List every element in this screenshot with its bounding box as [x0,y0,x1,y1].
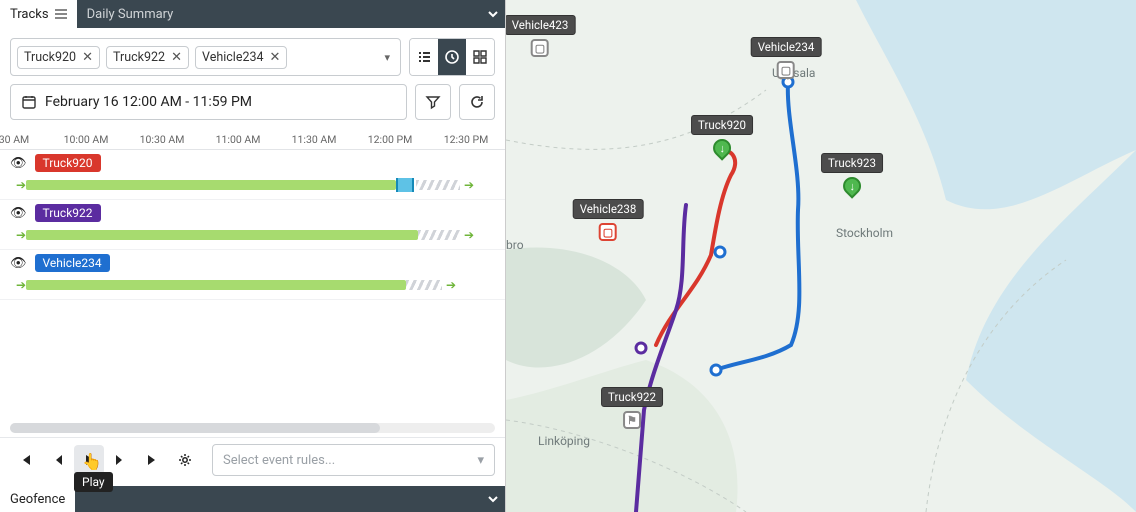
track-end-icon: ➔ [446,278,458,292]
tab-daily-summary-label: Daily Summary [87,7,174,22]
track-segment[interactable] [26,280,406,290]
hamburger-icon[interactable] [55,9,67,19]
track-segment[interactable] [26,180,396,190]
step-forward-icon [114,453,128,467]
chevron-down-icon: ▾ [477,453,484,468]
step-back-button[interactable] [42,445,72,475]
track-end-icon: ➔ [464,178,476,192]
refresh-icon [469,94,485,110]
map-city-label: Linköping [538,434,590,448]
tracks-panel: Tracks Daily Summary Truck920 ✕ Truck922 [0,0,506,512]
filter-icon [425,94,441,110]
track-row-truck922: 👁 Truck922 ➔ ➔ [0,200,505,250]
track-segment-idle[interactable] [416,180,460,190]
map-marker-vehicle238[interactable]: Vehicle238 ▢ [573,199,644,241]
moving-icon: ↓ [709,135,734,160]
grid-icon [472,49,488,65]
skip-back-icon [18,453,32,467]
date-range-text: February 16 12:00 AM - 11:59 PM [45,94,252,110]
date-range-picker[interactable]: February 16 12:00 AM - 11:59 PM [10,84,407,120]
track-tag-vehicle234[interactable]: Vehicle234 [35,254,110,272]
map-marker-vehicle234[interactable]: Vehicle234 ▢ [751,37,822,79]
map-marker-truck920[interactable]: Truck920 ↓ [691,115,753,157]
eye-icon[interactable]: 👁 [10,206,27,221]
gear-icon [178,453,192,467]
timeline-ruler: 30 AM 10:00 AM 10:30 AM 11:00 AM 11:30 A… [0,130,505,150]
track-segment[interactable] [26,230,418,240]
track-event-marker[interactable] [396,178,414,192]
map-marker-truck923[interactable]: Truck923 ↓ [821,153,883,195]
eye-icon[interactable]: 👁 [10,256,27,271]
view-grid-button[interactable] [466,39,494,75]
chip-vehicle234: Vehicle234 ✕ [195,46,287,69]
map-city-label: Stockholm [836,226,893,240]
moving-icon: ↓ [839,173,864,198]
play-button[interactable] [74,445,104,475]
stop-icon: ▢ [777,61,795,79]
stop-icon: ▢ [531,39,549,57]
track-tag-truck920[interactable]: Truck920 [35,154,101,172]
tab-geofence[interactable]: Geofence [0,486,75,512]
play-tooltip: Play [74,472,113,492]
panel-collapse-button[interactable] [481,0,505,28]
playback-settings-button[interactable] [170,445,200,475]
map-city-label: bro [506,238,524,252]
refresh-button[interactable] [459,84,495,120]
tab-daily-summary[interactable]: Daily Summary [77,0,184,28]
skip-back-button[interactable] [10,445,40,475]
map-marker-truck922[interactable]: Truck922 ⚑ [601,387,663,429]
step-forward-button[interactable] [106,445,136,475]
view-time-button[interactable] [438,39,466,75]
chip-truck922: Truck922 ✕ [106,46,189,69]
chip-remove-truck920[interactable]: ✕ [82,50,93,65]
track-tag-truck922[interactable]: Truck922 [35,204,101,222]
step-back-icon [50,453,64,467]
skip-forward-button[interactable] [138,445,168,475]
chevron-down-icon[interactable]: ▾ [380,51,394,64]
timeline-body[interactable]: 👁 Truck920 ➔ ➔ 👁 Truck922 [0,150,505,415]
list-icon [416,49,432,65]
stop-icon: ▢ [599,223,617,241]
chevron-down-icon [487,8,499,20]
event-rules-placeholder: Select event rules... [223,453,335,468]
skip-forward-icon [146,453,160,467]
track-segment-idle[interactable] [418,230,460,240]
track-row-truck920: 👁 Truck920 ➔ ➔ [0,150,505,200]
clock-icon [444,49,460,65]
track-segment-idle[interactable] [406,280,442,290]
filter-button[interactable] [415,84,451,120]
event-rules-select[interactable]: Select event rules... ▾ [212,444,495,476]
chip-remove-vehicle234[interactable]: ✕ [270,50,281,65]
calendar-icon [21,94,37,110]
chevron-down-icon [487,493,499,505]
track-end-icon: ➔ [464,228,476,242]
view-toggle-group [409,38,495,76]
vehicle-selector[interactable]: Truck920 ✕ Truck922 ✕ Vehicle234 ✕ ▾ [10,38,401,76]
map[interactable]: Uppsala Stockholm Linköping bro Vehicle4… [506,0,1136,512]
chip-remove-truck922[interactable]: ✕ [171,50,182,65]
play-icon [82,453,96,467]
view-list-button[interactable] [410,39,438,75]
timeline-scrollbar[interactable] [10,423,495,433]
eye-icon[interactable]: 👁 [10,156,27,171]
chip-truck920: Truck920 ✕ [17,46,100,69]
tab-tracks-label: Tracks [10,7,49,22]
panel-tabs: Tracks Daily Summary [0,0,505,28]
flag-icon: ⚑ [623,411,641,429]
track-row-vehicle234: 👁 Vehicle234 ➔ ➔ [0,250,505,300]
map-marker-vehicle423[interactable]: Vehicle423 ▢ [506,15,575,57]
tab-tracks[interactable]: Tracks [0,0,77,28]
geofence-collapse-button[interactable] [481,486,505,512]
